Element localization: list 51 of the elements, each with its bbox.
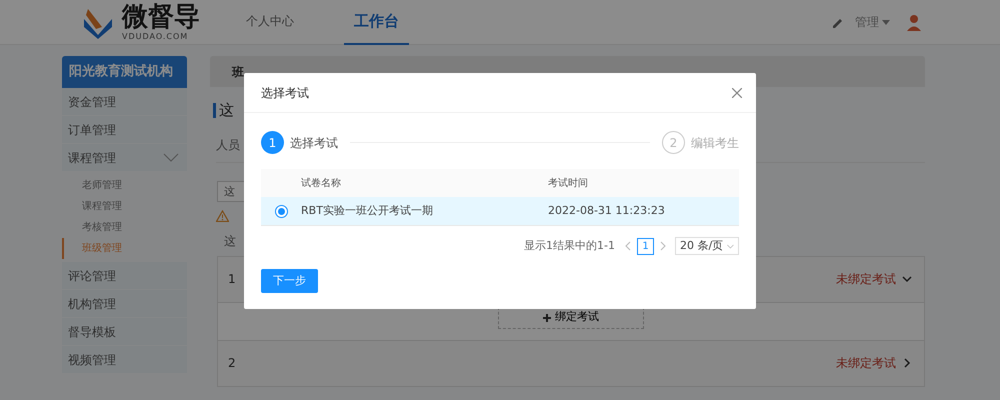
chevron-icon[interactable] [902,274,912,284]
avatar-icon[interactable] [906,13,922,31]
next-page-icon[interactable] [660,241,666,251]
step-number: 2 [662,131,685,154]
chevron-icon [727,244,734,248]
warning-icon [216,210,229,222]
column-header: 试卷名称 [300,176,342,190]
page-button[interactable]: 1 [637,238,654,254]
sidebar-item[interactable]: 资金管理 [62,88,187,115]
prev-page-icon[interactable] [625,241,631,251]
sidebar-item[interactable]: 机构管理 [62,290,187,317]
pagination-summary: 显示1结果中的1-1 [524,238,615,254]
heading-accent-bar [213,102,216,118]
sidebar-subitem[interactable]: 老师管理 [62,175,187,196]
sidebar-item[interactable]: 评论管理 [62,262,187,289]
sidebar-subitem[interactable]: 班级管理 [62,238,187,259]
group-index: 2 [228,355,236,372]
sidebar-item[interactable]: 订单管理 [62,116,187,143]
sidebar-title: 阳光教育测试机构 [62,56,187,88]
group-index: 1 [228,271,236,288]
sidebar-group[interactable]: 课程管理 [62,144,187,171]
dialog-title: 选择考试 [261,84,309,102]
pencil-icon[interactable] [831,16,843,28]
caret-icon [882,20,890,24]
table-cell-text: 2022-08-31 11:23:23 [548,202,666,219]
section-heading: 这 [219,100,234,121]
step-label: 编辑考生 [691,134,739,152]
nav-tab[interactable]: 个人中心 [236,0,304,44]
sidebar-subitem[interactable]: 课程管理 [62,196,187,217]
sidebar-item[interactable]: 督导模板 [62,318,187,345]
breadcrumb: 班 [232,64,244,80]
note-text: 这 [224,234,236,248]
nav-tab[interactable]: 工作台 [344,0,409,44]
step-number: 1 [261,131,284,154]
logo-name: 微督导 [122,4,200,30]
step-label: 选择考试 [290,134,338,152]
column-header: 考试时间 [548,176,589,190]
chevron-icon[interactable] [902,358,912,368]
next-button[interactable]: 下一步 [261,269,318,293]
close-icon[interactable] [732,88,742,98]
table-cell-text: RBT实验一班公开考试一期 [301,202,434,219]
status-text: 未绑定考试 [836,355,896,372]
table-row[interactable]: RBT实验一班公开考试一期 2022-08-31 11:23:23 [261,197,739,226]
status-text: 未绑定考试 [836,271,896,288]
sidebar-subitem[interactable]: 考核管理 [62,217,187,238]
page-size-select[interactable]: 20 条/页 [675,237,739,255]
plus-icon [543,314,551,322]
logo-tagline: VDUDAO.COM [122,32,190,40]
user-menu[interactable]: 管理 [855,13,890,31]
radio-button[interactable] [274,204,288,218]
sidebar-item[interactable]: 视频管理 [62,346,187,373]
